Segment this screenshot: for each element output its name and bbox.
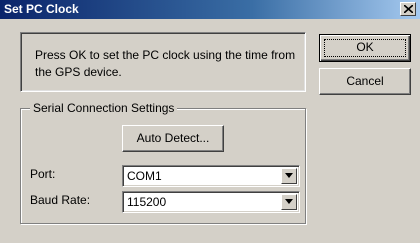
baud-rate-label: Baud Rate:	[30, 193, 91, 207]
baud-rate-value: 115200	[127, 195, 167, 209]
cancel-button[interactable]: Cancel	[319, 68, 411, 95]
cancel-button-label: Cancel	[346, 74, 384, 88]
port-dropdown-button[interactable]	[281, 168, 297, 184]
auto-detect-button[interactable]: Auto Detect...	[122, 125, 224, 152]
serial-settings-label: Serial Connection Settings	[30, 101, 178, 115]
focus-ring	[324, 39, 406, 57]
close-button[interactable]	[400, 2, 416, 16]
baud-rate-dropdown-button[interactable]	[281, 194, 297, 210]
title-bar[interactable]: Set PC Clock	[0, 0, 420, 19]
port-select[interactable]: COM1	[122, 165, 300, 187]
auto-detect-label: Auto Detect...	[136, 131, 210, 145]
chevron-down-icon	[285, 199, 293, 204]
close-icon	[404, 5, 413, 13]
port-label: Port:	[30, 167, 56, 181]
window-title: Set PC Clock	[4, 2, 79, 16]
chevron-down-icon	[285, 173, 293, 178]
baud-rate-select[interactable]: 115200	[122, 191, 300, 213]
ok-button[interactable]: OK	[319, 34, 411, 62]
message-panel: Press OK to set the PC clock using the t…	[20, 32, 306, 92]
port-value: COM1	[127, 169, 162, 183]
instruction-text: Press OK to set the PC clock using the t…	[35, 48, 296, 79]
